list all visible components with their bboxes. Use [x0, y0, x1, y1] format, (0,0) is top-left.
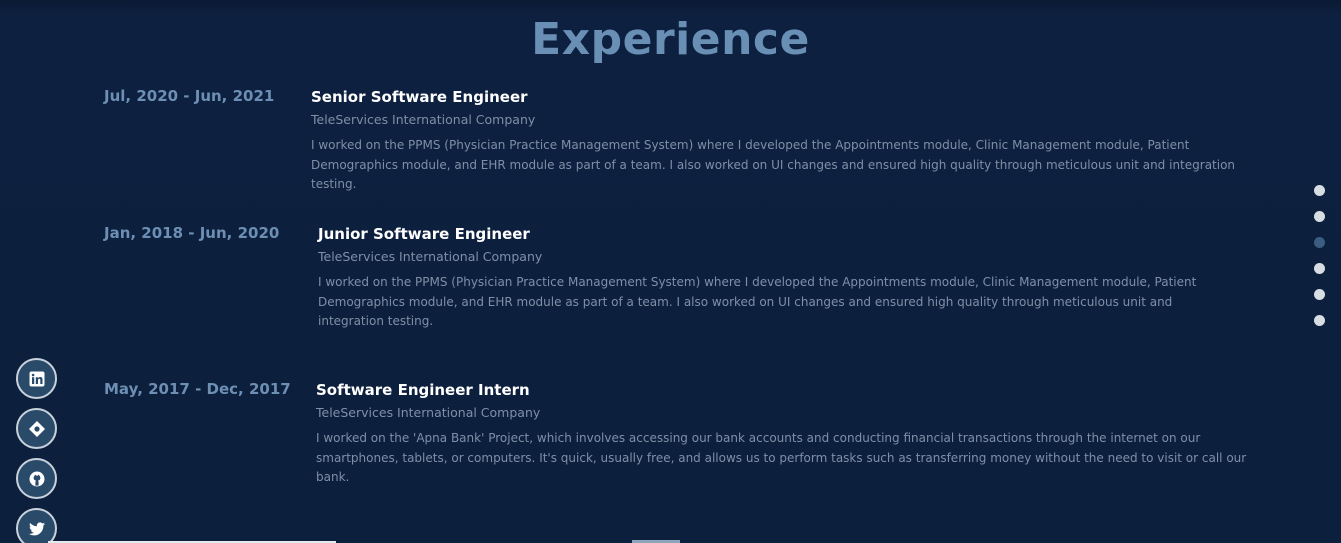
- entry-company: TeleServices International Company: [318, 249, 543, 264]
- twitter-icon: [28, 521, 45, 535]
- twitter-button[interactable]: [16, 508, 57, 543]
- section-title: Experience: [531, 14, 810, 65]
- github-icon: [29, 471, 44, 486]
- social-links: [16, 358, 58, 543]
- entry-role: Software Engineer Intern: [316, 381, 530, 399]
- entry-body: Senior Software Engineer TeleServices In…: [311, 87, 1271, 195]
- entry-role: Junior Software Engineer: [318, 225, 530, 243]
- section-nav-dot[interactable]: [1314, 263, 1325, 274]
- section-nav-dot[interactable]: [1314, 315, 1325, 326]
- portfolio-button[interactable]: [16, 408, 57, 449]
- portfolio-icon: [28, 420, 45, 437]
- entry-body: Junior Software Engineer TeleServices In…: [318, 224, 1238, 332]
- entry-role: Senior Software Engineer: [311, 88, 528, 106]
- entry-company: TeleServices International Company: [316, 405, 541, 420]
- section-nav-dot[interactable]: [1314, 185, 1325, 196]
- entry-description: I worked on the PPMS (Physician Practice…: [311, 138, 1236, 191]
- linkedin-icon: [29, 371, 44, 386]
- github-button[interactable]: [16, 458, 57, 499]
- entry-date: Jul, 2020 - Jun, 2021: [104, 87, 275, 105]
- entry-date: Jan, 2018 - Jun, 2020: [104, 224, 280, 242]
- linkedin-button[interactable]: [16, 358, 57, 399]
- entry-description: I worked on the 'Apna Bank' Project, whi…: [316, 431, 1247, 484]
- entry-description: I worked on the PPMS (Physician Practice…: [318, 275, 1197, 328]
- entry-date: May, 2017 - Dec, 2017: [104, 380, 291, 398]
- entry-body: Software Engineer Intern TeleServices In…: [316, 380, 1276, 488]
- section-nav-dots: [1314, 185, 1326, 341]
- section-nav-dot[interactable]: [1314, 289, 1325, 300]
- section-nav-dot[interactable]: [1314, 211, 1325, 222]
- section-nav-dot-active[interactable]: [1314, 237, 1325, 248]
- entry-company: TeleServices International Company: [311, 112, 536, 127]
